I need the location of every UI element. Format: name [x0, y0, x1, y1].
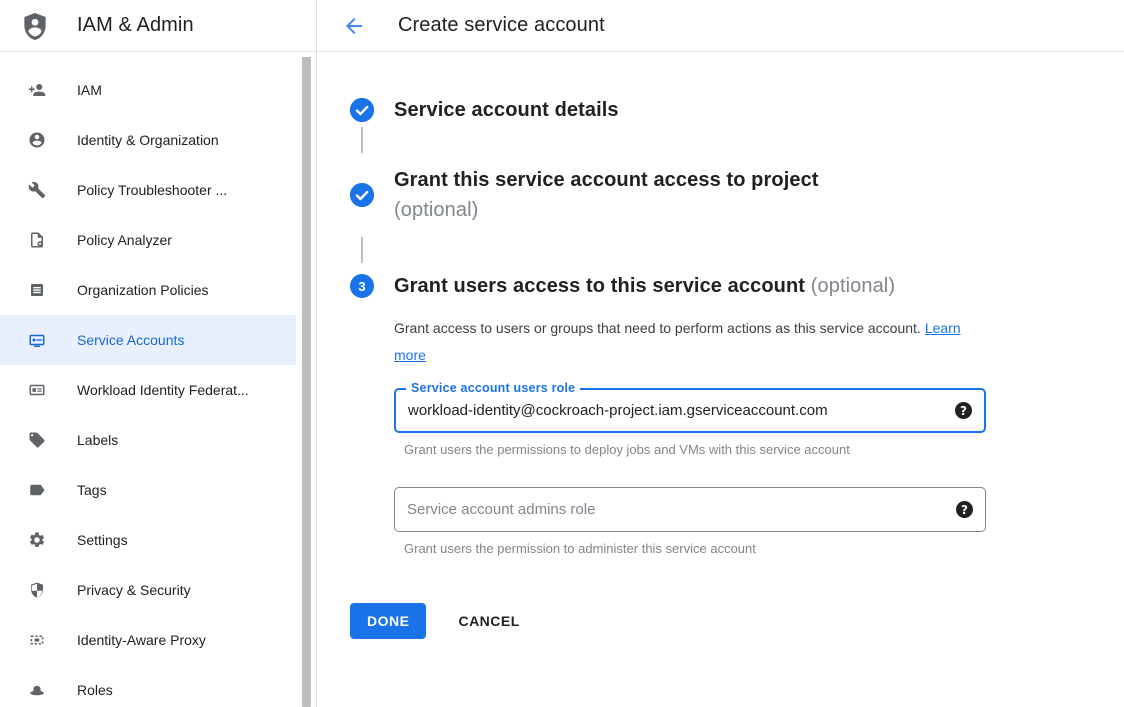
- policy-analyzer-icon: [28, 231, 46, 249]
- sidebar-item-organization-policies[interactable]: Organization Policies: [0, 265, 296, 315]
- users-role-field-label: Service account users role: [406, 381, 580, 395]
- sidebar-item-label: Workload Identity Federat...: [77, 382, 249, 398]
- sidebar-item-label: Identity & Organization: [77, 132, 219, 148]
- sidebar: IAM & Admin IAM Identity & Organization …: [0, 0, 317, 707]
- main-column: Create service account Service account d…: [317, 0, 1124, 707]
- sidebar-item-label: Tags: [77, 482, 107, 498]
- sidebar-item-label: Service Accounts: [77, 332, 184, 348]
- sidebar-item-label: Privacy & Security: [77, 582, 191, 598]
- sidebar-item-tags[interactable]: Tags: [0, 465, 296, 515]
- sidebar-header: IAM & Admin: [0, 0, 316, 52]
- sidebar-item-identity-organization[interactable]: Identity & Organization: [0, 115, 296, 165]
- done-button[interactable]: DONE: [350, 603, 426, 639]
- wizard-step-1-header[interactable]: Service account details: [350, 98, 1124, 122]
- shield-half-icon: [28, 581, 46, 599]
- step-2-optional-label: (optional): [394, 199, 478, 221]
- step-connector-line: [361, 237, 363, 263]
- shield-person-icon: [20, 10, 50, 42]
- sidebar-item-identity-aware-proxy[interactable]: Identity-Aware Proxy: [0, 615, 296, 665]
- sidebar-nav: IAM Identity & Organization Policy Troub…: [0, 52, 316, 707]
- users-role-field: Service account users role ?: [394, 388, 986, 433]
- step-3-optional-label: (optional): [811, 275, 895, 297]
- gear-icon: [28, 531, 46, 549]
- sidebar-scrollbar-thumb[interactable]: [302, 57, 311, 707]
- tag-arrow-icon: [28, 481, 46, 499]
- hat-icon: [28, 681, 46, 699]
- admins-role-input[interactable]: [407, 501, 946, 518]
- step-complete-check-icon: [350, 98, 374, 122]
- document-lines-icon: [28, 281, 46, 299]
- step-1-title: Service account details: [394, 98, 619, 122]
- sidebar-item-label: Settings: [77, 532, 128, 548]
- admins-role-field: ?: [394, 487, 986, 532]
- proxy-grid-icon: [28, 631, 46, 649]
- service-account-icon: [28, 331, 46, 349]
- users-role-helper-text: Grant users the permissions to deploy jo…: [404, 442, 1124, 457]
- app-window: IAM & Admin IAM Identity & Organization …: [0, 0, 1124, 707]
- sidebar-item-label: Identity-Aware Proxy: [77, 632, 206, 648]
- sidebar-item-settings[interactable]: Settings: [0, 515, 296, 565]
- wizard: Service account details Grant this servi…: [317, 52, 1124, 639]
- step-3-number-badge: 3: [350, 274, 374, 298]
- sidebar-item-roles[interactable]: Roles: [0, 665, 296, 707]
- cancel-button[interactable]: CANCEL: [458, 613, 519, 629]
- sidebar-item-policy-troubleshooter[interactable]: Policy Troubleshooter ...: [0, 165, 296, 215]
- badge-card-icon: [28, 381, 46, 399]
- wrench-icon: [28, 181, 46, 199]
- step-3-body: Grant access to users or groups that nee…: [394, 315, 1124, 556]
- sidebar-item-label: Roles: [77, 682, 113, 698]
- step-connector-line: [361, 127, 363, 153]
- wizard-step-3-header: 3 Grant users access to this service acc…: [350, 271, 1124, 301]
- users-role-input[interactable]: [408, 402, 945, 419]
- back-arrow-icon[interactable]: [342, 14, 366, 38]
- step-3-description: Grant access to users or groups that nee…: [394, 315, 969, 369]
- step-3-title-text: Grant users access to this service accou…: [394, 275, 805, 297]
- help-icon[interactable]: ?: [955, 402, 972, 419]
- help-icon[interactable]: ?: [956, 501, 973, 518]
- sidebar-item-label: Policy Analyzer: [77, 232, 172, 248]
- sidebar-item-label: Labels: [77, 432, 118, 448]
- account-circle-icon: [28, 131, 46, 149]
- wizard-step-2-header[interactable]: Grant this service account access to pro…: [350, 165, 1124, 225]
- sidebar-item-policy-analyzer[interactable]: Policy Analyzer: [0, 215, 296, 265]
- admins-role-helper-text: Grant users the permission to administer…: [404, 541, 1124, 556]
- sidebar-item-workload-identity-federation[interactable]: Workload Identity Federat...: [0, 365, 296, 415]
- step-3-title: Grant users access to this service accou…: [394, 271, 895, 301]
- sidebar-item-privacy-security[interactable]: Privacy & Security: [0, 565, 296, 615]
- sidebar-item-label: IAM: [77, 82, 102, 98]
- step-2-title-text: Grant this service account access to pro…: [394, 169, 819, 191]
- sidebar-item-labels[interactable]: Labels: [0, 415, 296, 465]
- sidebar-item-label: Organization Policies: [77, 282, 209, 298]
- label-tag-icon: [28, 431, 46, 449]
- page-title: Create service account: [398, 14, 605, 37]
- sidebar-item-service-accounts[interactable]: Service Accounts: [0, 315, 296, 365]
- person-add-icon: [28, 81, 46, 99]
- sidebar-item-iam[interactable]: IAM: [0, 65, 296, 115]
- wizard-actions: DONE CANCEL: [350, 603, 1124, 639]
- step-complete-check-icon: [350, 183, 374, 207]
- sidebar-title: IAM & Admin: [77, 14, 194, 37]
- topbar: Create service account: [317, 0, 1124, 52]
- sidebar-item-label: Policy Troubleshooter ...: [77, 182, 227, 198]
- step-2-title: Grant this service account access to pro…: [394, 165, 819, 225]
